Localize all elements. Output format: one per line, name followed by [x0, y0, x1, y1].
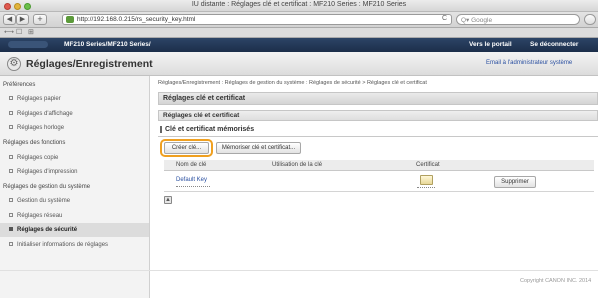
bullet-icon — [9, 111, 13, 115]
dotted-underline — [176, 186, 210, 187]
logout-link[interactable]: Se déconnecter — [530, 41, 578, 48]
sidebar-item-security[interactable]: Réglages de sécurité — [9, 227, 77, 233]
sidebar-item-paper[interactable]: Réglages papier — [9, 96, 61, 102]
sidebar-item-network[interactable]: Réglages réseau — [9, 213, 62, 219]
sidebar-item-print[interactable]: Réglages d'impression — [9, 169, 78, 175]
sidebar-item-display[interactable]: Réglages d'affichage — [9, 111, 73, 117]
divider — [158, 136, 598, 137]
sidebar-section-functions[interactable]: Réglages des fonctions — [3, 140, 65, 146]
sidebar-item-clock[interactable]: Réglages horloge — [9, 125, 64, 131]
sidebar-section-management[interactable]: Réglages de gestion du système — [3, 184, 90, 190]
page-header: ⚙ Réglages/Enregistrement Email à l'admi… — [0, 52, 598, 76]
download-icon[interactable] — [584, 14, 596, 25]
sidebar-item-copy[interactable]: Réglages copie — [9, 155, 58, 161]
search-placeholder: Q▾ Google — [461, 17, 493, 24]
sidebar-section-preferences[interactable]: Préférences — [3, 82, 35, 88]
sidebar-item-initialize[interactable]: Initialiser informations de réglages — [9, 242, 108, 248]
sidebar-item-label: Réglages papier — [17, 96, 61, 102]
sidebar-item-label: Gestion du système — [17, 198, 71, 204]
bullet-icon — [9, 198, 13, 202]
bullet-icon — [9, 227, 13, 231]
page-heading: Réglages clé et certificat — [158, 92, 598, 105]
browser-toolbar: ◀ ▶ + http://192.168.0.215/rs_security_k… — [0, 12, 598, 28]
sidebar-item-label: Réglages horloge — [17, 125, 65, 131]
sidebar-item-label: Réglages d'affichage — [17, 111, 73, 117]
email-admin-link[interactable]: Email à l'administrateur système — [486, 60, 572, 66]
sidebar-item-system[interactable]: Gestion du système — [9, 198, 70, 204]
bullet-icon — [9, 125, 13, 129]
bullet-icon — [9, 96, 13, 100]
plus-icon: + — [37, 14, 43, 24]
create-key-button[interactable]: Créer clé... — [164, 142, 209, 154]
sidebar-item-label: Réglages de sécurité — [17, 227, 78, 233]
settings-gear-icon: ⚙ — [7, 57, 21, 71]
search-input[interactable]: Q▾ Google — [456, 14, 580, 25]
bookmarks-bar: ⟷ ☐ ⊞ — [0, 28, 598, 38]
back-icon: ◀ — [6, 16, 13, 23]
table-row: Default Key Supprimer — [164, 172, 594, 192]
footer-divider — [0, 270, 598, 271]
column-header-key-usage: Utilisation de la clé — [272, 162, 323, 168]
site-favicon-icon — [66, 16, 74, 23]
dotted-underline — [417, 187, 435, 188]
bullet-icon — [9, 169, 13, 173]
portal-link[interactable]: Vers le portail — [469, 41, 512, 48]
copyright-text: Copyright CANON INC. 2014 — [520, 278, 592, 284]
column-header-key-name: Nom de clé — [176, 162, 207, 168]
section-heading: Réglages clé et certificat — [158, 110, 598, 121]
window-title-bar: IU distante : Réglages clé et certificat… — [0, 0, 598, 12]
url-text: http://192.168.0.215/rs_security_key.htm… — [77, 16, 196, 23]
sidebar-item-label: Initialiser informations de réglages — [17, 242, 109, 248]
delete-key-button[interactable]: Supprimer — [494, 176, 536, 188]
window-title: IU distante : Réglages clé et certificat… — [191, 1, 407, 8]
page-title: Réglages/Enregistrement — [26, 58, 153, 70]
breadcrumb: Réglages/Enregistrement : Réglages de ge… — [158, 80, 427, 86]
bullet-icon — [9, 213, 13, 217]
sidebar-item-label: Réglages copie — [17, 155, 59, 161]
certificate-icon[interactable] — [420, 175, 433, 185]
table-header-row: Nom de clé Utilisation de la clé Certifi… — [164, 160, 594, 171]
forward-button[interactable]: ▶ — [16, 14, 29, 25]
forward-icon: ▶ — [19, 16, 26, 23]
address-bar[interactable]: http://192.168.0.215/rs_security_key.htm… — [62, 14, 452, 25]
reload-icon[interactable]: C — [442, 15, 447, 22]
device-name: MF210 Series/MF210 Series/ — [64, 41, 151, 48]
add-bookmark-button[interactable]: + — [33, 14, 47, 25]
sidebar-item-label: Réglages réseau — [17, 213, 63, 219]
subsection-heading: Clé et certificat mémorisés — [160, 126, 254, 133]
reading-list-icon[interactable]: ⟷ — [4, 28, 14, 36]
sidebar: Préférences Réglages papier Réglages d'a… — [0, 76, 150, 298]
bookmarks-icon[interactable]: ☐ — [16, 28, 22, 36]
bullet-icon — [9, 155, 13, 159]
bullet-icon — [9, 242, 13, 246]
register-key-certificate-button[interactable]: Mémoriser clé et certificat... — [216, 142, 301, 154]
sidebar-item-label: Réglages d'impression — [17, 169, 78, 175]
page-top-icon[interactable]: ▲ — [164, 196, 172, 204]
back-button[interactable]: ◀ — [3, 14, 16, 25]
canon-logo — [8, 41, 48, 48]
column-header-certificate: Certificat — [416, 162, 440, 168]
key-name-link[interactable]: Default Key — [176, 177, 207, 183]
top-sites-icon[interactable]: ⊞ — [28, 28, 34, 36]
device-header: MF210 Series/MF210 Series/ Vers le porta… — [0, 38, 598, 52]
